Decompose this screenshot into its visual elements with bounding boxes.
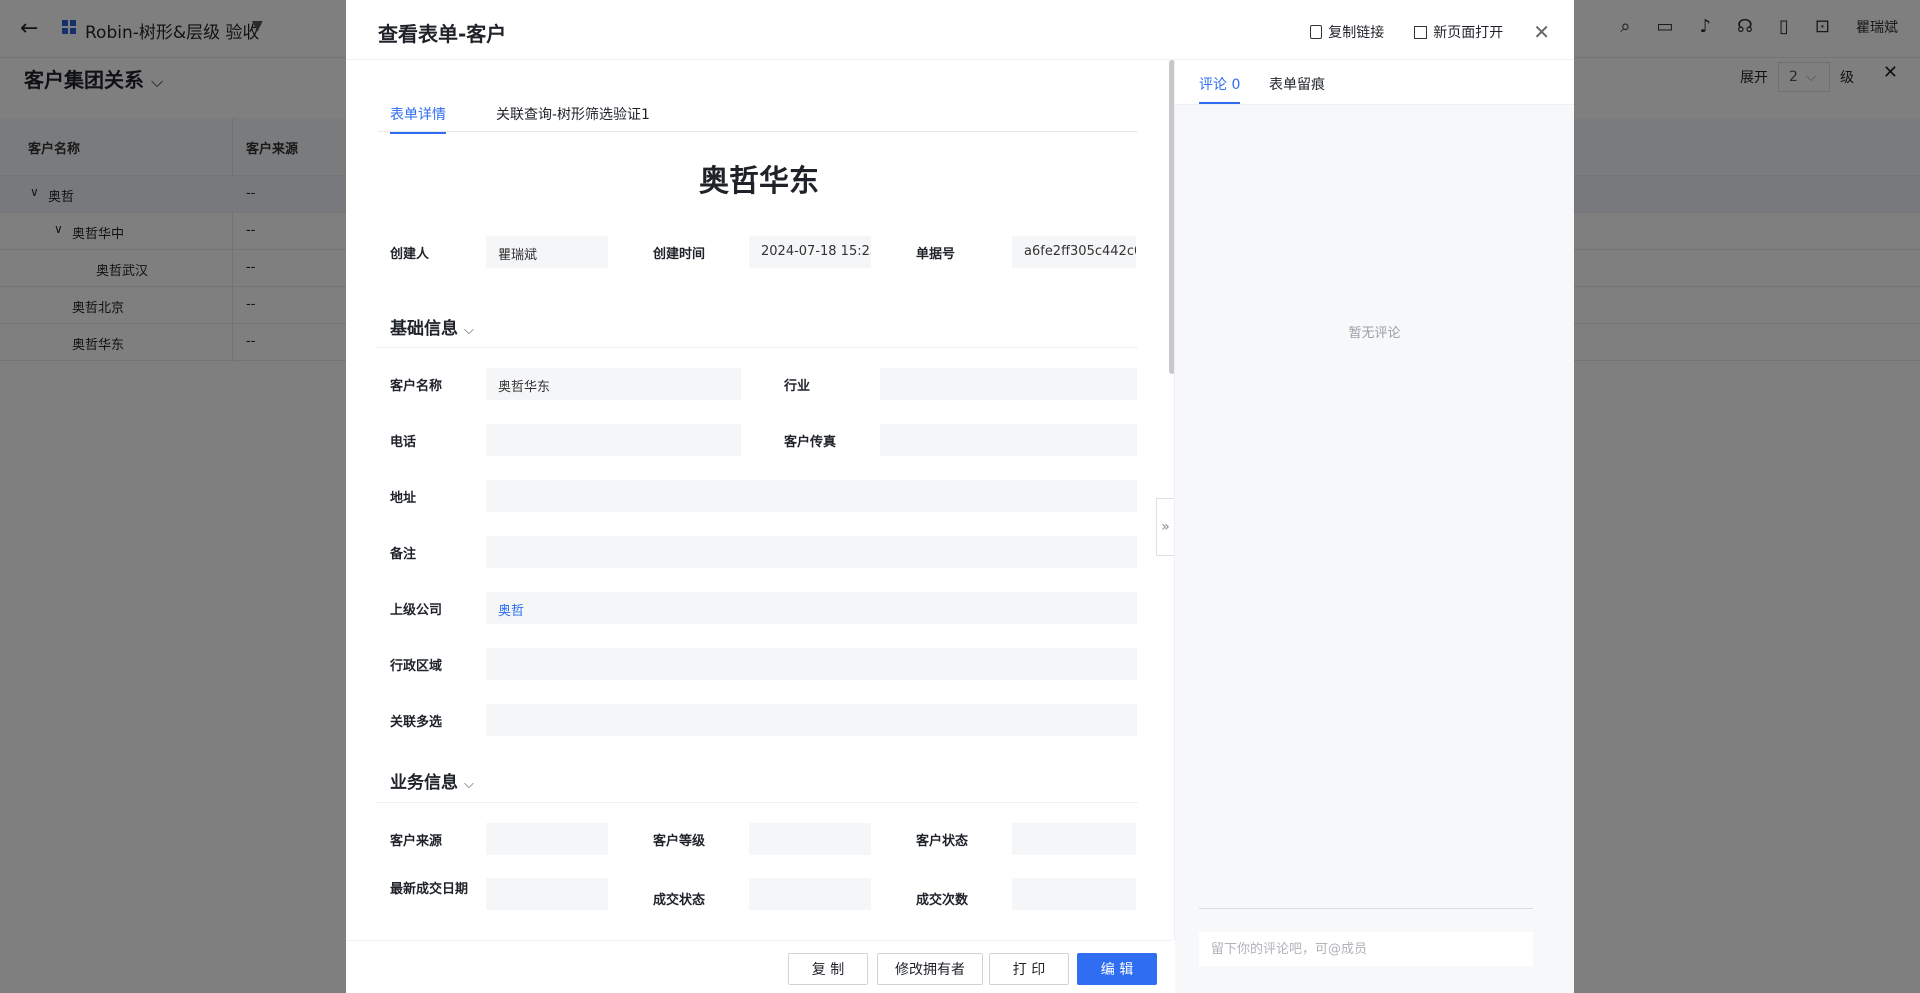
doc-number-value: a6fe2ff305c442c08 [1012, 236, 1136, 268]
fax-value [880, 424, 1137, 456]
empty-comments-text: 暂无评论 [1348, 326, 1401, 341]
address-value [486, 480, 1137, 512]
edit-button[interactable]: 编 辑 [1077, 953, 1157, 985]
section-basic-info[interactable]: 基础信息 ⌵ [390, 314, 474, 339]
tab-form-trace[interactable]: 表单留痕 [1269, 74, 1325, 94]
industry-label: 行业 [784, 379, 811, 394]
parent-company-link[interactable]: 奥哲 [486, 592, 1137, 624]
phone-value [486, 424, 741, 456]
creator-value: 瞿瑞斌 [486, 236, 608, 268]
change-owner-button[interactable]: 修改拥有者 [877, 953, 983, 985]
phone-label: 电话 [390, 435, 417, 450]
deal-count-label: 成交次数 [916, 893, 969, 908]
created-time-value: 2024-07-18 15:23: [749, 236, 871, 268]
last-deal-date-label: 最新成交日期 [390, 882, 469, 897]
copy-link-button[interactable]: 复制链接 [1310, 22, 1384, 42]
remark-label: 备注 [390, 547, 417, 562]
last-deal-date-value [486, 878, 608, 910]
parent-company-label: 上级公司 [390, 603, 443, 618]
customer-level-value [749, 823, 871, 855]
section-business-title: 业务信息 [390, 773, 458, 793]
modal-title: 查看表单-客户 [378, 22, 507, 46]
modal-actions: 复制链接 新页面打开 ✕ [1310, 20, 1550, 44]
form-tabs: 表单详情 关联查询-树形筛选验证1 [378, 100, 1138, 134]
related-multi-value [486, 704, 1137, 736]
print-button[interactable]: 打 印 [989, 953, 1069, 985]
comment-divider [1199, 908, 1533, 909]
section-divider [376, 347, 1138, 348]
deal-status-label: 成交状态 [653, 893, 706, 908]
tab-comments[interactable]: 评论 0 [1199, 74, 1241, 104]
deal-count-value [1012, 878, 1136, 910]
address-label: 地址 [390, 491, 417, 506]
comment-input[interactable] [1199, 932, 1533, 966]
copy-button[interactable]: 复 制 [788, 953, 868, 985]
section-divider [376, 802, 1138, 803]
external-link-icon [1414, 25, 1428, 39]
region-label: 行政区域 [390, 659, 443, 674]
deal-status-value [749, 878, 871, 910]
collapse-panel-handle[interactable]: » [1156, 498, 1174, 556]
customer-name-value: 奥哲华东 [486, 368, 741, 400]
region-value [486, 648, 1137, 680]
open-new-page-label: 新页面打开 [1433, 25, 1504, 41]
modal-header: 查看表单-客户 复制链接 新页面打开 ✕ [346, 0, 1574, 60]
industry-value [880, 368, 1137, 400]
view-form-modal: 查看表单-客户 复制链接 新页面打开 ✕ 表单详情 关联查询-树形筛选验证1 奥… [346, 0, 1574, 993]
customer-status-label: 客户状态 [916, 834, 969, 849]
chevron-down-icon: ⌵ [464, 777, 474, 792]
customer-source-label: 客户来源 [390, 834, 443, 849]
created-time-label: 创建时间 [653, 247, 706, 262]
section-business-info[interactable]: 业务信息 ⌵ [390, 768, 474, 793]
copy-icon [1310, 25, 1323, 39]
double-chevron-right-icon: » [1161, 519, 1170, 535]
customer-status-value [1012, 823, 1136, 855]
close-icon[interactable]: ✕ [1533, 20, 1550, 44]
tab-form-detail[interactable]: 表单详情 [390, 104, 446, 134]
open-new-page-button[interactable]: 新页面打开 [1414, 22, 1503, 42]
customer-source-value [486, 823, 608, 855]
comments-panel: 评论 0 表单留痕 暂无评论 [1175, 60, 1574, 993]
fax-label: 客户传真 [784, 435, 837, 450]
remark-value [486, 536, 1137, 568]
modal-footer: 复 制 修改拥有者 打 印 编 辑 [346, 940, 1172, 993]
chevron-down-icon: ⌵ [464, 323, 474, 338]
creator-label: 创建人 [390, 247, 430, 262]
doc-number-label: 单据号 [916, 247, 956, 262]
section-basic-title: 基础信息 [390, 319, 458, 339]
related-multi-label: 关联多选 [390, 715, 443, 730]
form-panel: 表单详情 关联查询-树形筛选验证1 奥哲华东 创建人 瞿瑞斌 创建时间 2024… [346, 60, 1172, 940]
copy-link-label: 复制链接 [1328, 25, 1385, 41]
tab-related-query[interactable]: 关联查询-树形筛选验证1 [496, 104, 650, 124]
comments-tabs: 评论 0 表单留痕 [1175, 60, 1574, 105]
form-title: 奥哲华东 [699, 164, 819, 199]
customer-level-label: 客户等级 [653, 834, 706, 849]
customer-name-label: 客户名称 [390, 379, 443, 394]
